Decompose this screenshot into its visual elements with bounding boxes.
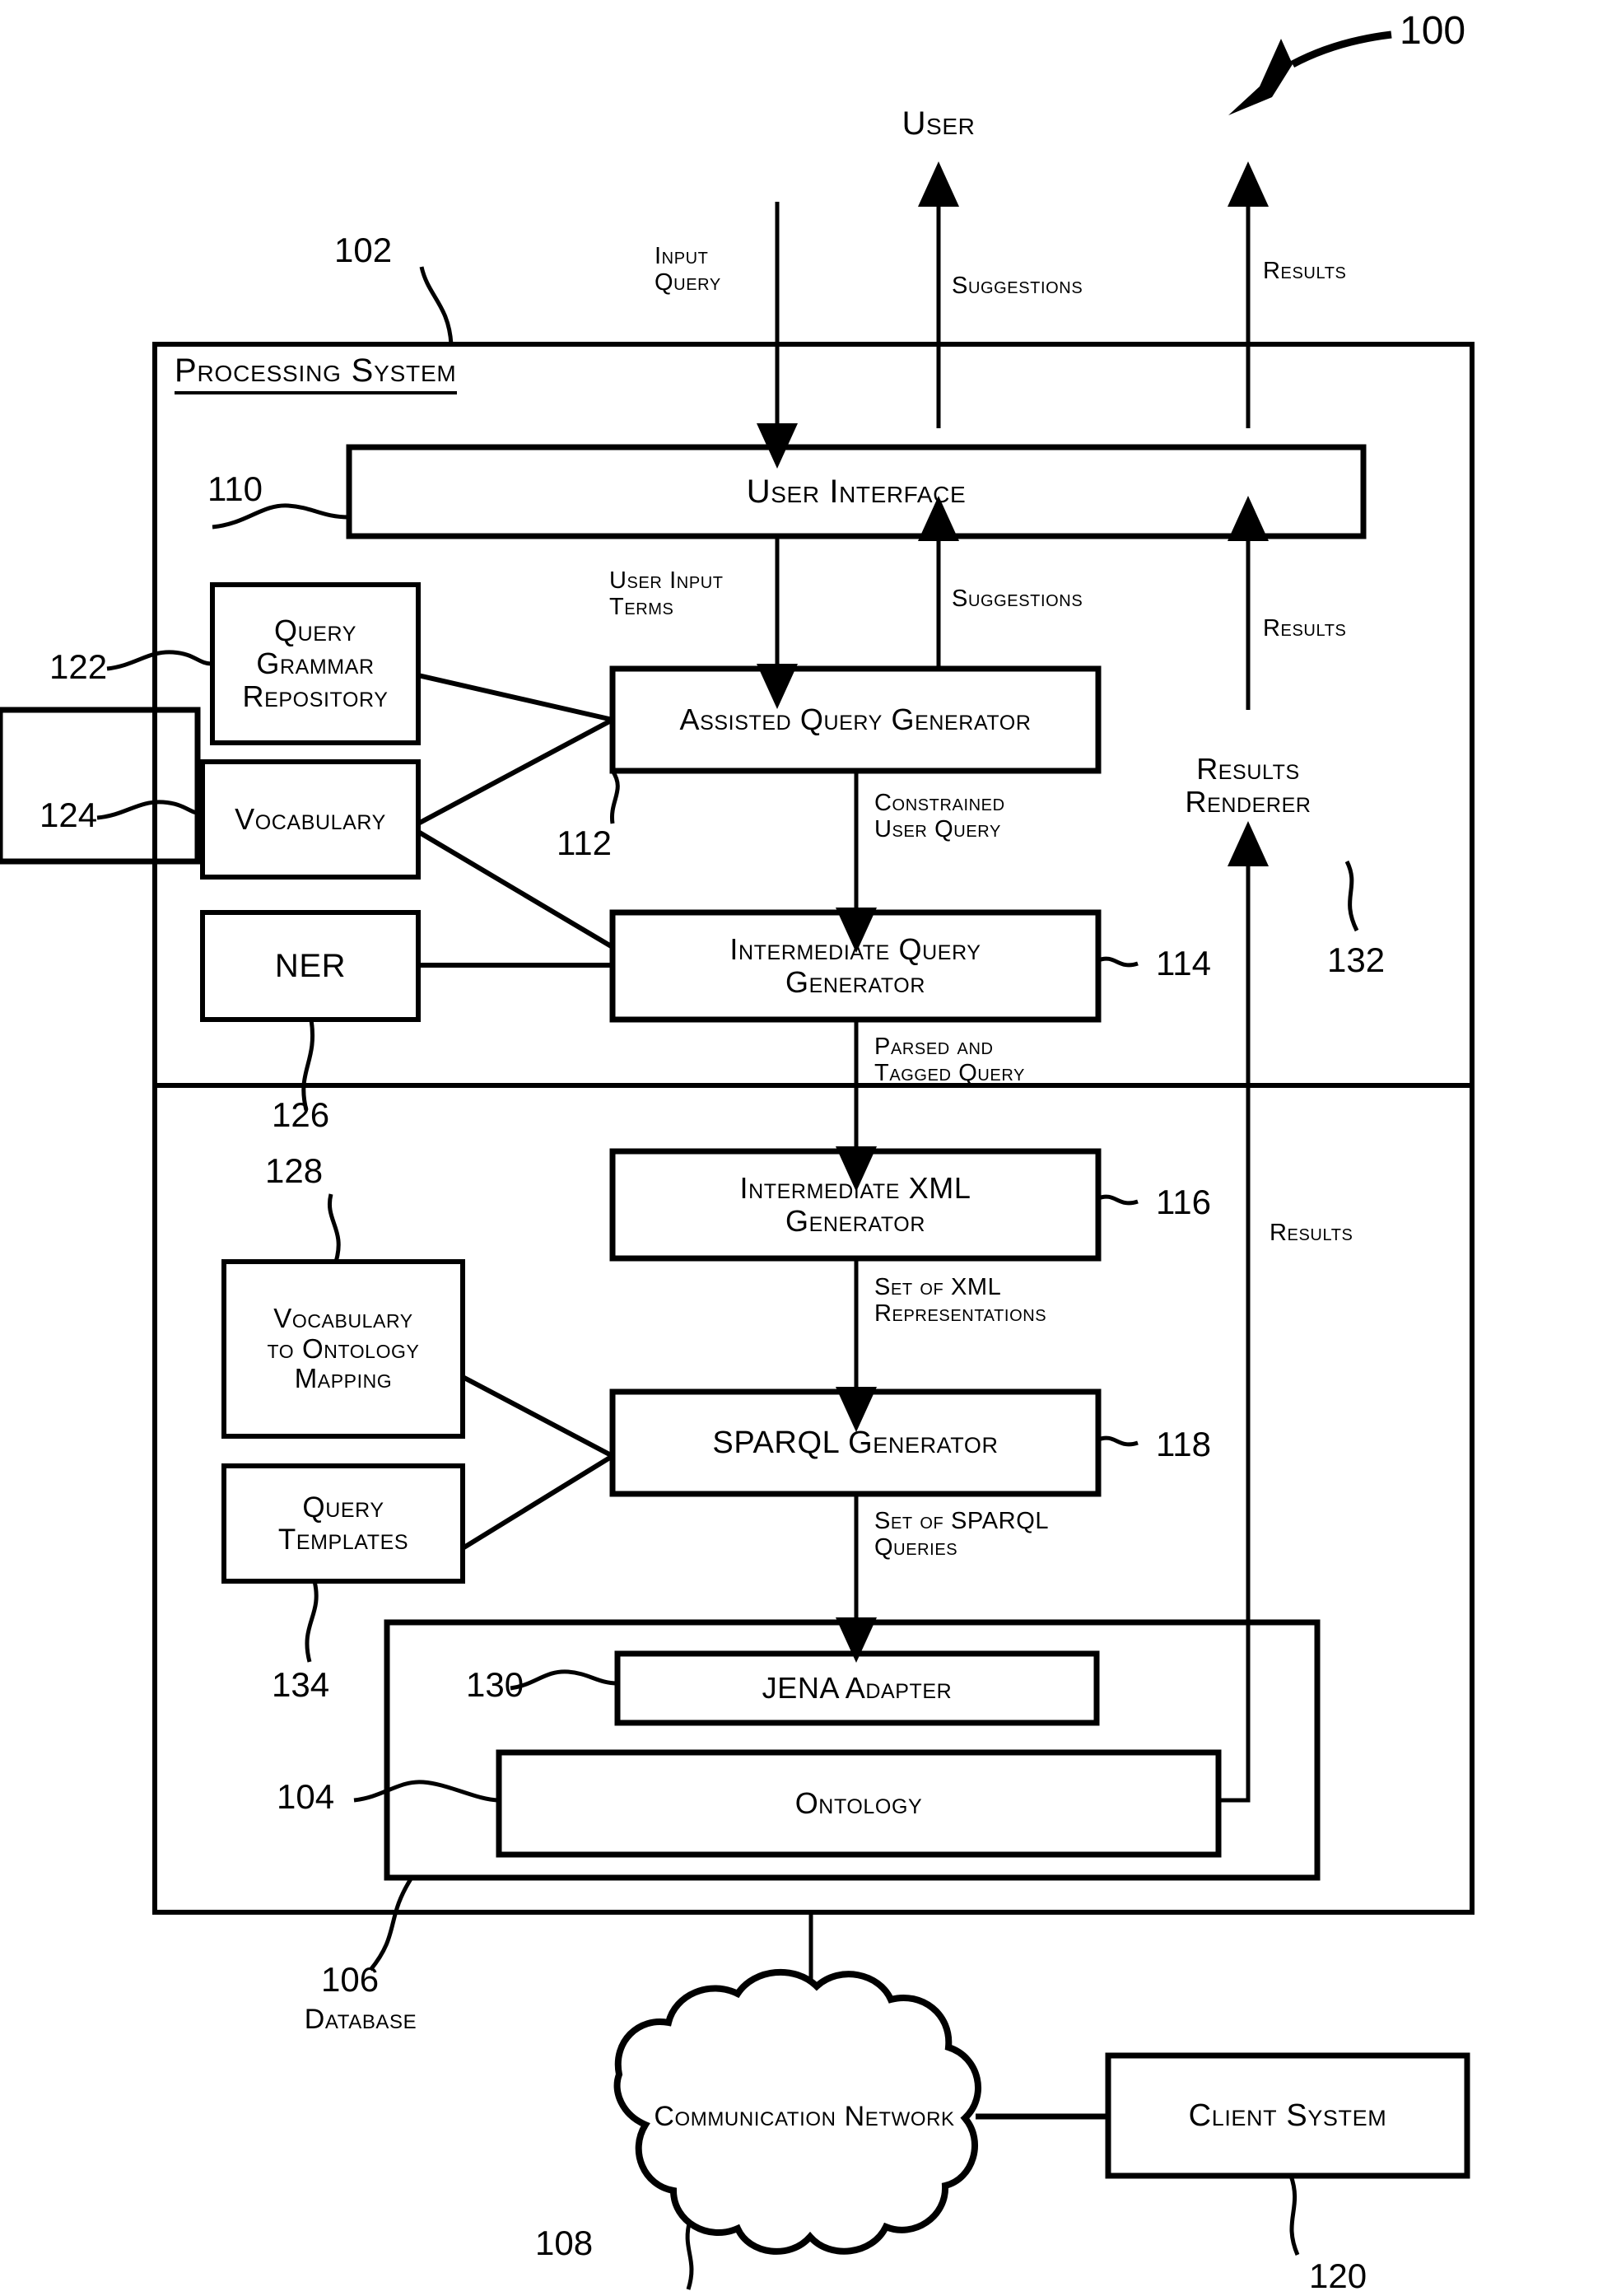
label-client-system: Client System (1188, 2098, 1387, 2133)
ref-132: 132 (1327, 940, 1386, 979)
label-vocabulary: Vocabulary (235, 801, 386, 836)
lead-106 (369, 1876, 414, 1972)
lead-118 (1097, 1435, 1139, 1447)
processing-system-title: Processing System (175, 352, 457, 394)
label-query-templates: Query Templates (277, 1491, 409, 1556)
label-communication-network: Communication Network (654, 2100, 955, 2132)
flow-parsed-tagged-query: Parsed and Tagged Query (874, 1034, 1025, 1086)
ref-114: 114 (1156, 944, 1211, 982)
lead-134 (305, 1580, 319, 1663)
ref-124: 124 (40, 796, 98, 834)
flow-results-top: Results (1263, 258, 1347, 284)
flow-set-of-sparql: Set of SPARQL Queries (874, 1508, 1050, 1561)
label-user-interface: User Interface (746, 473, 967, 510)
lead-132 (1344, 860, 1359, 932)
label-jena-adapter: JENA Adapter (762, 1670, 953, 1705)
ref-118: 118 (1156, 1425, 1211, 1463)
flow-set-of-xml: Set of XML Representations (874, 1274, 1047, 1327)
arrow-results-ontology-to-renderer (1218, 821, 1269, 1803)
label-ner: NER (274, 947, 347, 984)
ref-122: 122 (49, 647, 108, 686)
ref-106: 106 (321, 1960, 380, 1999)
lead-116 (1097, 1194, 1139, 1206)
ref-102: 102 (334, 231, 393, 269)
lead-130 (510, 1669, 618, 1691)
ref-104: 104 (277, 1777, 335, 1816)
ref-110: 110 (207, 469, 263, 508)
label-vocab-to-ontology-mapping: Vocabulary to Ontology Mapping (267, 1302, 420, 1394)
ref-116: 116 (1156, 1183, 1211, 1221)
flow-results-to-ui: Results (1263, 615, 1347, 642)
ref-120: 120 (1309, 2256, 1367, 2295)
label-ontology: Ontology (794, 1785, 923, 1820)
label-database: Database (304, 2003, 417, 2035)
lead-124 (96, 800, 203, 820)
ref-134: 134 (272, 1665, 330, 1704)
flow-results-right: Results (1270, 1220, 1353, 1246)
label-intermediate-query-generator: Intermediate Query Generator (729, 931, 981, 999)
flow-user-input-terms: User Input Terms (609, 567, 724, 620)
box-results-renderer (0, 707, 201, 865)
label-sparql-generator: SPARQL Generator (712, 1425, 999, 1460)
lead-128 (328, 1193, 341, 1262)
lead-122 (106, 650, 213, 671)
ref-108: 108 (535, 2224, 594, 2262)
flow-suggestions-mid: Suggestions (952, 586, 1083, 612)
flow-constrained-user-query: Constrained User Query (874, 790, 1005, 842)
lead-114 (1097, 956, 1139, 968)
flow-suggestions-top: Suggestions (952, 273, 1083, 299)
lead-104 (353, 1780, 500, 1803)
lead-112 (609, 769, 620, 824)
lead-120 (1288, 2175, 1300, 2256)
label-query-grammar-repository: Query Grammar Repository (242, 613, 389, 714)
figure-ref-100: 100 (1400, 9, 1466, 53)
lead-108 (685, 2219, 694, 2290)
patent-figure-diagram: 100 User 102 Processing System Input Que… (0, 0, 1612, 2296)
ref-128: 128 (265, 1151, 324, 1190)
flow-input-query: Input Query (655, 243, 721, 296)
label-assisted-query-generator: Assisted Query Generator (679, 702, 1032, 736)
diagram-vector-layer (0, 30, 1475, 2290)
figure-ref-arrow (1290, 30, 1392, 68)
label-results-renderer: Results Renderer (1185, 751, 1311, 819)
ref-112: 112 (557, 824, 612, 862)
user-label: User (902, 105, 976, 142)
label-intermediate-xml-generator: Intermediate XML Generator (739, 1170, 971, 1238)
ref-130: 130 (466, 1665, 524, 1704)
ref-126: 126 (272, 1095, 330, 1134)
